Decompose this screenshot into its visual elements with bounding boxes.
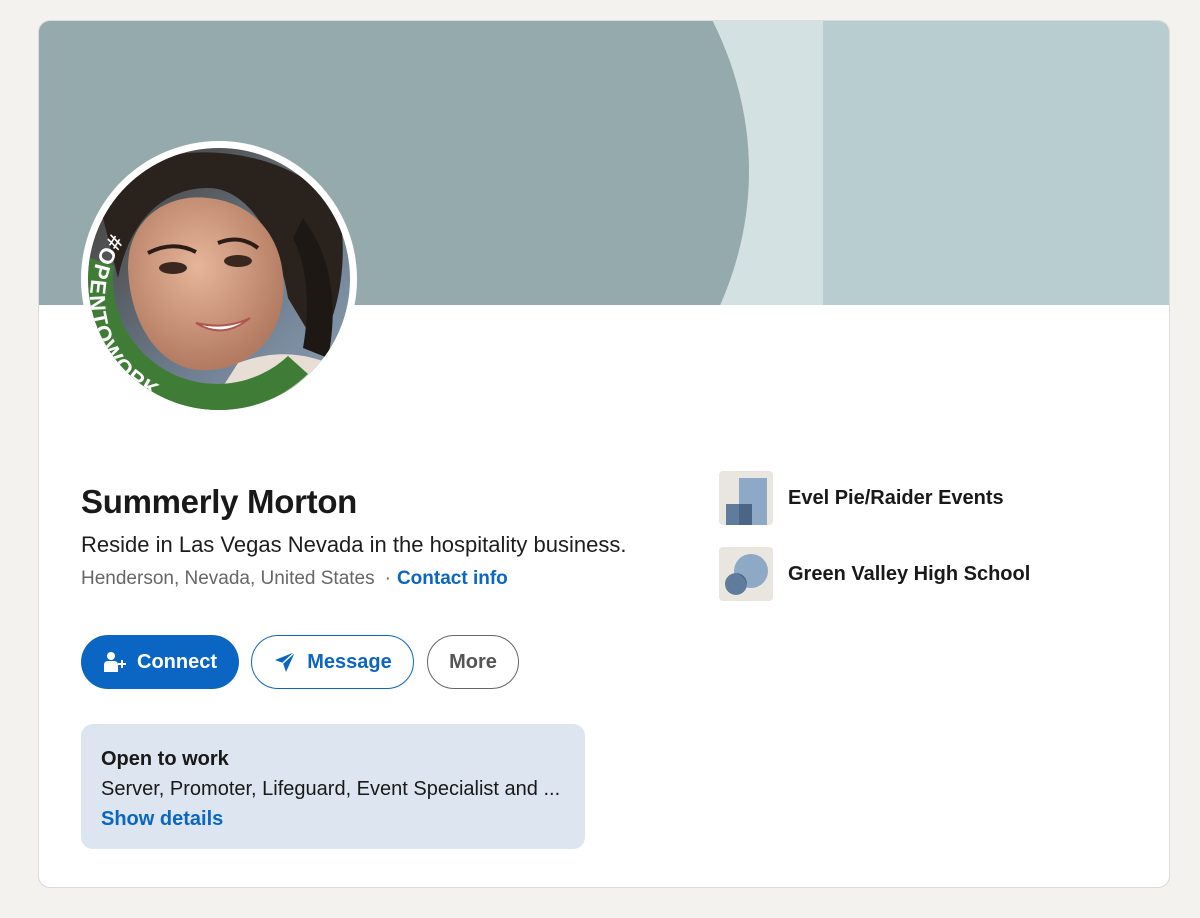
profile-photo[interactable]: #OPENTOWORK [81, 141, 357, 417]
school-logo-icon [719, 547, 773, 601]
profile-location: Henderson, Nevada, United States [81, 568, 375, 589]
profile-card: #OPENTOWORK Summerly Morton Reside in La… [38, 20, 1170, 888]
open-to-work-title: Open to work [101, 748, 229, 770]
company-name: Evel Pie/Raider Events [788, 486, 1004, 509]
more-label: More [449, 650, 497, 673]
open-to-work-roles: Server, Promoter, Lifeguard, Event Speci… [101, 778, 561, 800]
show-details-link[interactable]: Show details [101, 808, 565, 831]
message-label: Message [307, 650, 392, 673]
connect-label: Connect [137, 650, 217, 673]
connect-button[interactable]: Connect [81, 635, 239, 689]
profile-headline: Reside in Las Vegas Nevada in the hospit… [81, 532, 627, 557]
send-icon [273, 650, 297, 674]
separator-dot: · [384, 568, 391, 589]
message-button[interactable]: Message [251, 635, 414, 689]
current-company[interactable]: Evel Pie/Raider Events [719, 471, 1004, 525]
company-logo-icon [719, 471, 773, 525]
add-person-icon [103, 650, 127, 674]
open-to-work-card: Open to work Server, Promoter, Lifeguard… [81, 724, 585, 849]
avatar-photo: #OPENTOWORK [88, 148, 350, 410]
location-row: Henderson, Nevada, United States · Contact… [81, 568, 508, 590]
avatar: #OPENTOWORK [88, 148, 350, 410]
school-name: Green Valley High School [788, 562, 1031, 585]
education-school[interactable]: Green Valley High School [719, 547, 1030, 601]
profile-name: Summerly Morton [81, 483, 358, 520]
more-button[interactable]: More [427, 635, 519, 689]
contact-info-link[interactable]: Contact info [397, 568, 508, 589]
